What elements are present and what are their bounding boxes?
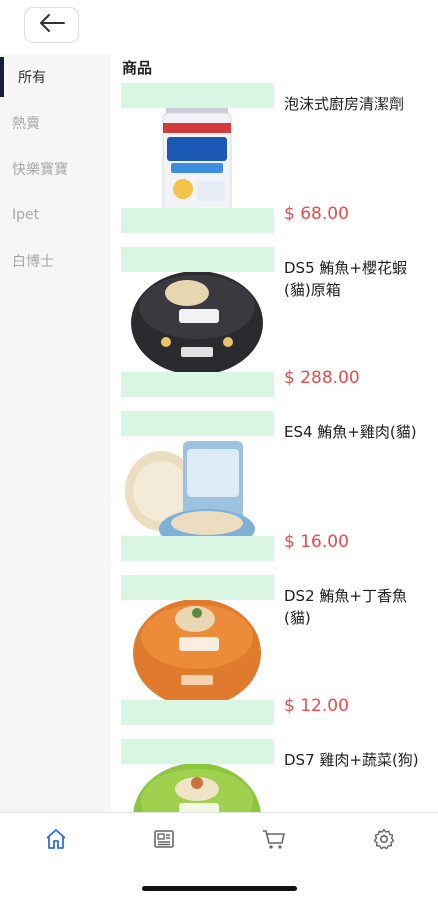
nav-settings-button[interactable]: [366, 825, 402, 857]
image-mask-bottom: [121, 372, 274, 397]
image-mask-top: [121, 739, 274, 764]
settings-icon: [372, 827, 396, 855]
home-indicator: [142, 886, 297, 891]
category-sidebar: 所有 熱賣 快樂寶寶 Ipet 白博士: [0, 54, 111, 812]
sidebar-item-happy-baby[interactable]: 快樂寶寶: [0, 146, 111, 192]
section-title: 商品: [122, 59, 153, 77]
image-mask-bottom: [121, 536, 274, 561]
sidebar-item-label: 熱賣: [12, 116, 40, 132]
nav-home-button[interactable]: [38, 825, 74, 857]
top-bar: [0, 0, 438, 54]
image-mask-bottom: [121, 208, 274, 233]
image-mask-top: [121, 411, 274, 436]
product-card[interactable]: 泡沫式廚房清潔劑 $ 68.00: [111, 83, 438, 247]
sidebar-item-all[interactable]: 所有: [0, 54, 111, 100]
sidebar-item-hot[interactable]: 熱賣: [0, 100, 111, 146]
cart-icon: [261, 827, 287, 855]
product-card[interactable]: DS7 雞肉+蔬菜(狗): [111, 739, 438, 812]
image-mask-bottom: [121, 700, 274, 725]
product-name: DS2 鮪魚+丁香魚(貓): [284, 587, 407, 627]
news-icon: [152, 827, 176, 855]
back-button[interactable]: [24, 7, 79, 43]
product-card[interactable]: DS5 鮪魚+櫻花蝦(貓)原箱 $ 288.00: [111, 247, 438, 411]
product-price: $ 16.00: [284, 532, 349, 552]
product-name: ES4 鮪魚+雞肉(貓): [284, 423, 417, 441]
product-card[interactable]: DS2 鮪魚+丁香魚(貓) $ 12.00: [111, 575, 438, 739]
product-name: DS5 鮪魚+櫻花蝦(貓)原箱: [284, 259, 407, 299]
image-mask-top: [121, 575, 274, 600]
product-price: $ 288.00: [284, 368, 360, 388]
product-name: 泡沫式廚房清潔劑: [284, 95, 405, 113]
nav-cart-button[interactable]: [256, 825, 292, 857]
sidebar-item-label: Ipet: [12, 207, 40, 223]
product-price: $ 12.00: [284, 696, 349, 716]
product-price: $ 68.00: [284, 204, 349, 224]
nav-news-button[interactable]: [146, 825, 182, 857]
arrow-left-icon: [38, 13, 66, 37]
product-card[interactable]: ES4 鮪魚+雞肉(貓) $ 16.00: [111, 411, 438, 575]
product-name: DS7 雞肉+蔬菜(狗): [284, 751, 419, 769]
image-mask-top: [121, 247, 274, 272]
bottom-navigation: [0, 812, 438, 900]
image-mask-top: [121, 83, 274, 108]
product-list-panel: 商品 泡沫式廚房清潔劑 $ 68.00 DS5 鮪魚+櫻花蝦(貓)原箱 $ 28…: [111, 54, 438, 812]
sidebar-item-label: 所有: [18, 70, 46, 86]
sidebar-item-label: 白博士: [12, 254, 54, 270]
sidebar-item-label: 快樂寶寶: [12, 162, 68, 178]
sidebar-item-dr-white[interactable]: 白博士: [0, 238, 111, 284]
sidebar-item-ipet[interactable]: Ipet: [0, 192, 111, 238]
home-icon: [44, 827, 68, 855]
